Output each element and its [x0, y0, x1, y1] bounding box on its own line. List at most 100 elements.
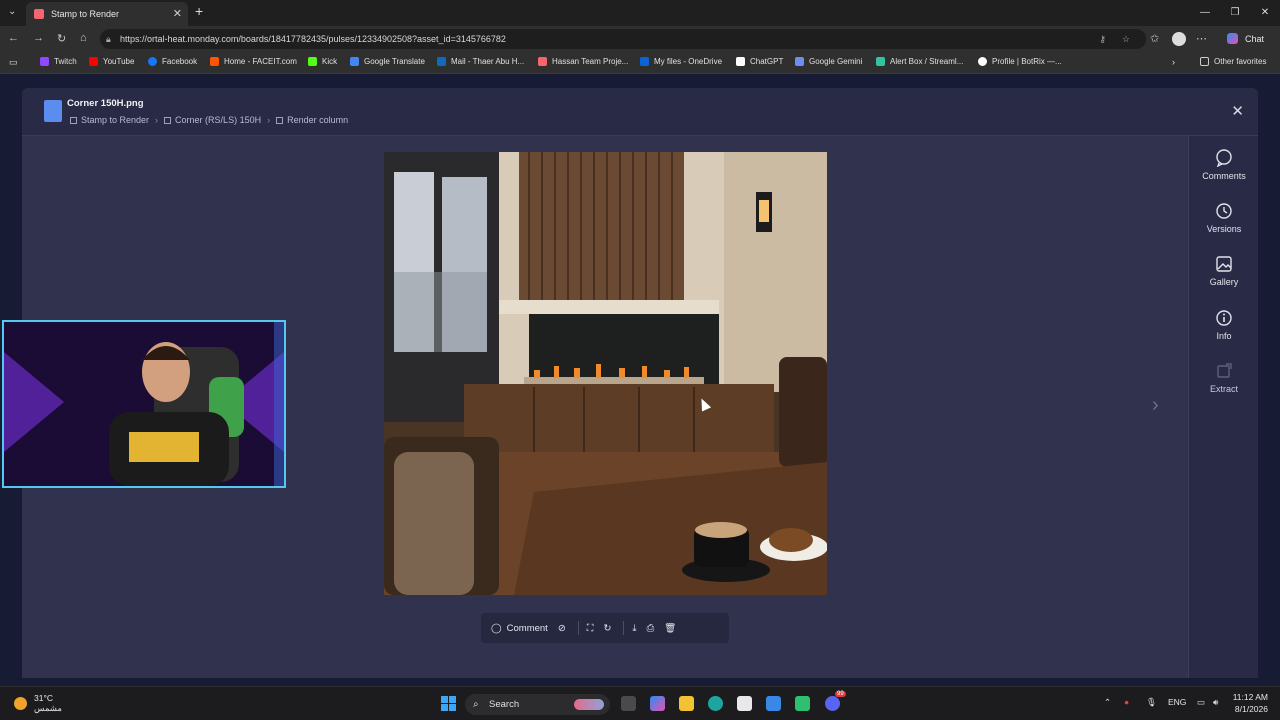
- mail-taskbar-icon[interactable]: [766, 696, 781, 711]
- profile-avatar[interactable]: [1172, 32, 1186, 46]
- bookmark-other-favorites[interactable]: Other favorites: [1200, 57, 1266, 66]
- file-explorer-icon[interactable]: [679, 696, 694, 711]
- minimize-icon[interactable]: —: [1190, 0, 1220, 26]
- sidebar-item-info[interactable]: Info: [1189, 309, 1258, 341]
- window-controls: — ❐ ✕: [1190, 0, 1280, 26]
- reading-list-icon[interactable]: ▭: [9, 57, 18, 68]
- discord-badge: 99: [835, 691, 846, 697]
- chatgpt-icon: [736, 57, 745, 66]
- delete-icon[interactable]: 🗑︎: [664, 623, 676, 634]
- url-text: https://ortal-heat.monday.com/boards/184…: [120, 34, 506, 44]
- faceit-icon: [210, 57, 219, 66]
- comment-icon: ◯: [491, 622, 502, 634]
- comment-icon: [1216, 149, 1232, 167]
- youtube-icon: [89, 57, 98, 66]
- bookmark-chatgpt[interactable]: ChatGPT: [736, 57, 783, 66]
- fireplace-render-illustration: [384, 152, 827, 595]
- bookmark-mail[interactable]: Mail - Thaer Abu H...: [437, 57, 524, 66]
- bookmark-youtube[interactable]: YouTube: [89, 57, 134, 66]
- taskbar-search[interactable]: ⌕ Search: [465, 694, 610, 715]
- board-icon: [70, 116, 77, 124]
- close-window-icon[interactable]: ✕: [1250, 0, 1280, 26]
- bookmark-facebook[interactable]: Facebook: [148, 57, 197, 66]
- render-image[interactable]: [384, 152, 827, 595]
- bookmark-kick[interactable]: Kick: [308, 57, 337, 66]
- breadcrumb-item[interactable]: Corner (RS/LS) 150H: [175, 115, 261, 125]
- copilot-chat-button[interactable]: Chat: [1221, 30, 1270, 48]
- right-sidebar: Comments Versions Gallery Info Extract: [1188, 136, 1258, 678]
- task-view-icon[interactable]: [621, 696, 636, 711]
- reload-icon[interactable]: ↻: [57, 32, 66, 45]
- clock[interactable]: 11:12 AM 8/1/2026: [1233, 691, 1268, 715]
- rotate-icon[interactable]: ↻: [603, 623, 611, 634]
- column-icon: [276, 116, 284, 124]
- monday-favicon-icon: [34, 9, 44, 19]
- bookmark-faceit[interactable]: Home - FACEIT.com: [210, 57, 297, 66]
- monday-icon: [538, 57, 547, 66]
- lock-icon: 🔒︎: [106, 34, 111, 44]
- temperature: 31°C: [34, 693, 53, 703]
- breadcrumb-column[interactable]: Render column: [287, 115, 348, 125]
- comment-button[interactable]: ◯ Comment: [491, 623, 548, 634]
- webcam-overlay: [2, 320, 286, 488]
- date: 8/1/2026: [1234, 704, 1268, 714]
- favorites-icon[interactable]: ✩: [1150, 32, 1159, 45]
- language-indicator[interactable]: ENG: [1168, 697, 1186, 707]
- more-menu-icon[interactable]: ⋯: [1196, 32, 1207, 45]
- bookmark-botrix[interactable]: Profile | BotRix —...: [978, 57, 1062, 66]
- chat-label: Chat: [1244, 34, 1264, 44]
- edge-icon[interactable]: [708, 696, 723, 711]
- fullscreen-icon[interactable]: ⛶: [587, 623, 594, 634]
- bookmark-google-translate[interactable]: Google Translate: [350, 57, 425, 66]
- antivirus-icon[interactable]: ●: [1124, 697, 1129, 707]
- image-file-icon: [44, 100, 62, 122]
- chevron-right-icon: ›: [267, 115, 271, 125]
- hide-annotations-icon[interactable]: ⊘: [558, 623, 566, 634]
- browser-tab-active[interactable]: Stamp to Render ✕: [26, 2, 188, 26]
- search-label: Search: [489, 699, 520, 710]
- close-tab-icon[interactable]: ✕: [173, 7, 182, 20]
- url-input[interactable]: 🔒︎ https://ortal-heat.monday.com/boards/…: [100, 29, 1146, 49]
- tray-overflow-icon[interactable]: ⌃: [1104, 697, 1111, 708]
- image-toolbar: ◯ Comment ⊘ ⛶ ↻ ⤓ ⎙ 🗑︎: [481, 613, 729, 643]
- back-icon[interactable]: ←: [8, 32, 19, 44]
- breadcrumb-board[interactable]: Stamp to Render: [81, 115, 149, 125]
- restore-icon[interactable]: ❐: [1220, 0, 1250, 26]
- extract-icon: [1217, 363, 1232, 378]
- xbox-icon[interactable]: [795, 696, 810, 711]
- home-icon[interactable]: ⌂: [80, 32, 87, 44]
- discord-icon[interactable]: [825, 696, 840, 711]
- bookmark-twitch[interactable]: Twitch: [40, 57, 77, 66]
- bookmark-onedrive[interactable]: My files - OneDrive: [640, 57, 722, 66]
- sidebar-item-versions[interactable]: Versions: [1189, 202, 1258, 234]
- tab-list-chevron-icon[interactable]: ⌄: [8, 6, 16, 17]
- download-icon[interactable]: ⤓: [632, 623, 636, 634]
- store-icon[interactable]: [737, 696, 752, 711]
- sidebar-item-comments[interactable]: Comments: [1189, 149, 1258, 181]
- streamlabs-icon: [876, 57, 885, 66]
- bookmarks-bar: ▭ Twitch YouTube Facebook Home - FACEIT.…: [0, 52, 1280, 74]
- sidebar-item-gallery[interactable]: Gallery: [1189, 255, 1258, 287]
- next-image-arrow-icon[interactable]: ›: [1152, 394, 1159, 417]
- browser-address-bar: ← → ↻ ⌂ 🔒︎ https://ortal-heat.monday.com…: [0, 26, 1280, 52]
- sidebar-item-extract[interactable]: Extract: [1189, 362, 1258, 394]
- weather-widget[interactable]: 31°C مشمس: [14, 693, 62, 714]
- bookmark-google-gemini[interactable]: Google Gemini: [795, 57, 862, 66]
- start-icon[interactable]: [441, 696, 456, 711]
- copilot-taskbar-icon[interactable]: [650, 696, 665, 711]
- new-tab-icon[interactable]: +: [195, 3, 203, 19]
- bookmark-hassan-team[interactable]: Hassan Team Proje...: [538, 57, 628, 66]
- kick-icon: [308, 57, 317, 66]
- network-icon[interactable]: ▭: [1197, 697, 1205, 708]
- print-icon[interactable]: ⎙: [647, 623, 655, 634]
- close-modal-icon[interactable]: ✕: [1231, 102, 1244, 120]
- forward-icon[interactable]: →: [33, 32, 44, 44]
- botrix-icon: [978, 57, 987, 66]
- key-icon[interactable]: ⚷: [1099, 29, 1106, 49]
- history-icon: [1216, 203, 1232, 219]
- bookmark-alert-box[interactable]: Alert Box / Streaml...: [876, 57, 963, 66]
- volume-icon[interactable]: 🔊︎: [1213, 697, 1218, 708]
- favorite-star-icon[interactable]: ☆: [1122, 29, 1130, 49]
- microphone-icon[interactable]: 🎙︎: [1146, 697, 1157, 708]
- bookmarks-overflow-icon[interactable]: ›: [1172, 57, 1175, 67]
